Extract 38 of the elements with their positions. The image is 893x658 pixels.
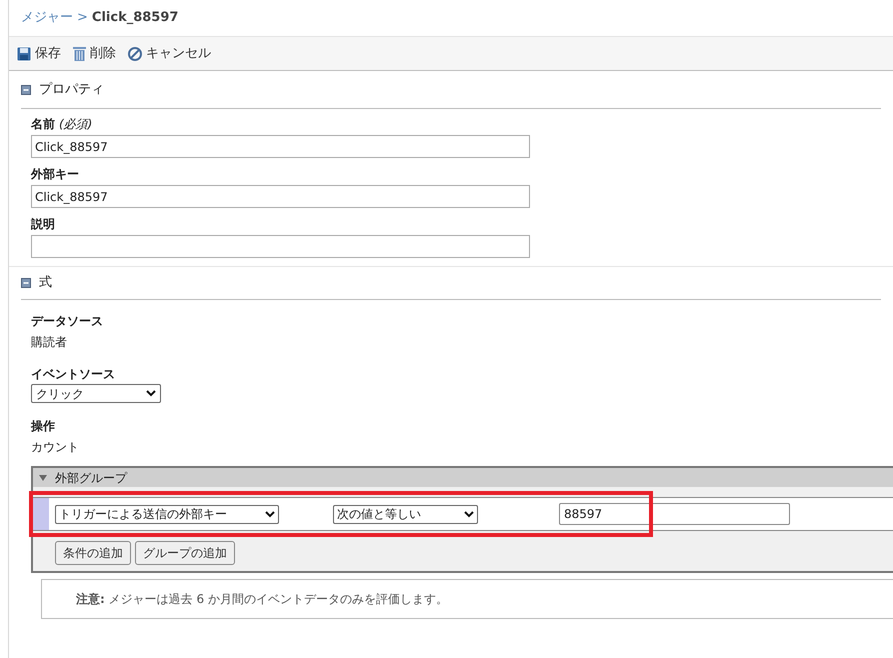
chevron-down-icon [464,510,474,518]
field-value: 購読者 [31,334,68,351]
chevron-down-icon [146,390,156,397]
triangle-down-icon[interactable] [39,474,47,480]
section-title: プロパティ [39,80,104,99]
select-field[interactable]: トリガーによる送信の外部キー [55,504,279,524]
row-handle[interactable] [33,498,49,530]
add-button[interactable]: 条件の追加 [55,541,131,565]
field-label: 説明 [31,216,55,233]
trash-icon [73,46,86,61]
text-field[interactable]: Click_88597 [31,185,530,208]
collapse-icon[interactable] [21,278,31,288]
cancel-icon [128,46,142,60]
save-button[interactable]: 保存 [17,44,61,64]
section-title: 式 [39,274,52,292]
value-field[interactable]: 88597 [559,503,790,525]
note-text: 注意: メジャーは過去 6 か月間のイベントデータのみを評価します。 [76,591,448,608]
field-label: イベントソース [31,366,116,383]
text-field[interactable] [31,235,530,258]
add-button[interactable]: グループの追加 [135,541,235,565]
save-icon [17,46,31,60]
breadcrumb-link[interactable]: メジャー [21,8,73,28]
text-field[interactable]: Click_88597 [31,135,530,158]
field-label: 名前 [31,116,55,133]
breadcrumb-separator: > [77,9,88,28]
field-label: データソース [31,313,104,330]
field-label: 操作 [31,418,56,435]
group-title: 外部グループ [55,472,127,484]
collapse-icon[interactable] [21,84,31,94]
field-label: 外部キー [31,166,79,183]
field-value: カウント [31,439,80,456]
breadcrumb-current: Click_88597 [92,9,178,28]
select-field[interactable]: クリック [31,384,161,403]
select-field[interactable]: 次の値と等しい [333,504,478,524]
chevron-down-icon [265,510,275,518]
cancel-button[interactable]: キャンセル [128,44,211,64]
delete-button[interactable]: 削除 [73,44,116,64]
required-hint: (必須) [59,116,92,133]
